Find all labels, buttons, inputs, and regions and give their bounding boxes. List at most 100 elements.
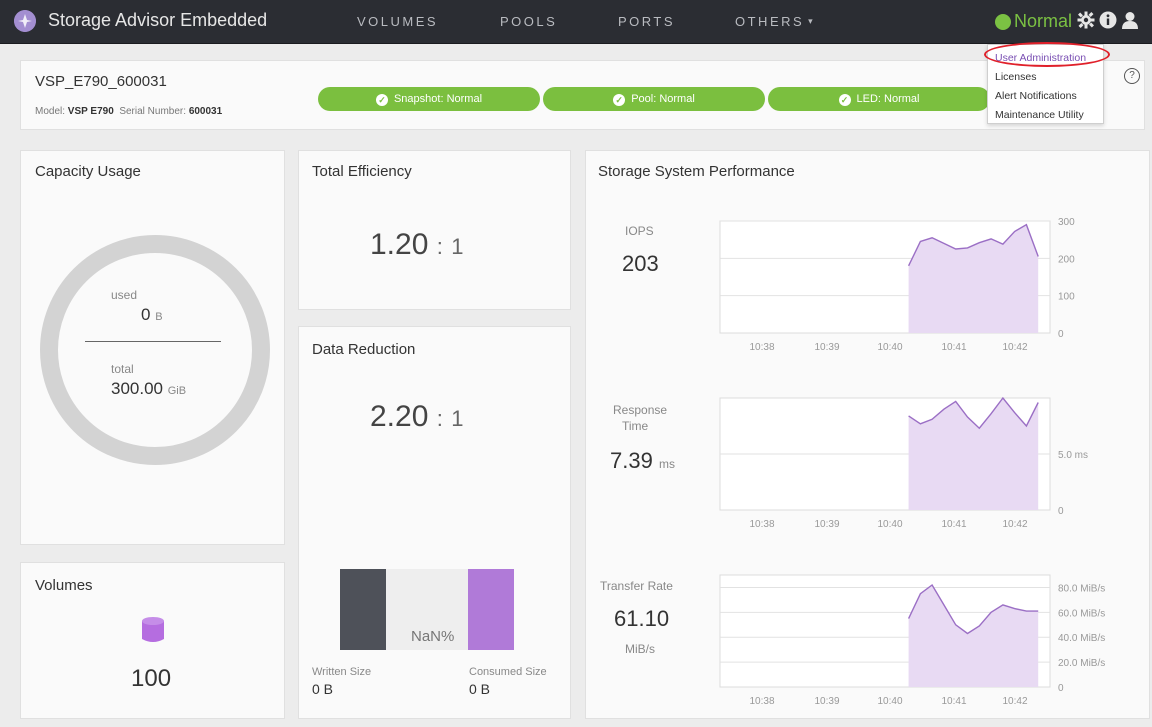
total-efficiency-title: Total Efficiency — [312, 163, 412, 180]
transfer-rate-unit: MiB/s — [625, 642, 655, 656]
response-time-x-tick-label: 10:41 — [941, 519, 966, 530]
data-reduction-denominator: 1 — [451, 406, 464, 431]
transfer-rate-x-tick-label: 10:39 — [814, 696, 839, 707]
response-time-x-tick-label: 10:40 — [877, 519, 902, 530]
capacity-total-value: 300.00 GiB — [111, 379, 186, 399]
model-value: VSP E790 — [67, 106, 114, 117]
help-icon[interactable]: ? — [1124, 68, 1140, 84]
chevron-down-icon: ▾ — [808, 16, 816, 26]
capacity-used-unit: B — [155, 311, 163, 323]
transfer-rate-x-tick-label: 10:41 — [941, 696, 966, 707]
iops-y-tick-label: 200 — [1058, 254, 1075, 265]
info-icon[interactable] — [1099, 11, 1117, 33]
menu-item-alert-notifications[interactable]: Alert Notifications — [988, 87, 1103, 106]
snapshot-status-badge[interactable]: ✓ Snapshot: Normal — [318, 87, 540, 111]
response-time-unit: ms — [658, 457, 675, 471]
transfer-rate-value: 61.10 — [614, 606, 670, 631]
response-time-chart: 5.0 ms 0 10:38 10:39 10:40 10:41 10:42 — [719, 396, 1088, 530]
total-efficiency-separator: : — [436, 234, 443, 259]
transfer-rate-y-tick-label: 20.0 MiB/s — [1058, 658, 1105, 669]
nav-pools[interactable]: POOLS — [500, 14, 557, 29]
response-time-value: 7.39 ms — [610, 448, 675, 474]
check-circle-icon: ✓ — [613, 94, 626, 106]
data-reduction-title: Data Reduction — [312, 341, 416, 358]
nav-ports[interactable]: PORTS — [618, 14, 675, 29]
written-size-bar — [340, 569, 386, 650]
menu-item-licenses[interactable]: Licenses — [988, 68, 1103, 87]
transfer-rate-x-tick-label: 10:42 — [1002, 696, 1027, 707]
system-name: VSP_E790_600031 — [35, 73, 167, 90]
capacity-usage-title: Capacity Usage — [35, 163, 141, 180]
status-indicator-icon — [995, 14, 1011, 30]
top-navigation-bar: Storage Advisor Embedded VOLUMES POOLS P… — [0, 0, 1152, 44]
iops-y-tick-label: 100 — [1058, 292, 1075, 303]
gear-icon[interactable] — [1077, 11, 1095, 33]
capacity-total-number: 300.00 — [111, 379, 163, 398]
capacity-divider — [85, 341, 221, 342]
check-circle-icon: ✓ — [838, 94, 851, 106]
transfer-rate-x-tick-label: 10:40 — [877, 696, 902, 707]
response-time-number: 7.39 — [610, 448, 653, 473]
system-status-label[interactable]: Normal — [1014, 11, 1072, 32]
volumes-count: 100 — [131, 665, 172, 692]
transfer-rate-y-tick-label: 80.0 MiB/s — [1058, 583, 1105, 594]
iops-x-tick-label: 10:40 — [877, 342, 902, 353]
led-status-badge[interactable]: ✓ LED: Normal — [768, 87, 990, 111]
response-time-label-line2: Time — [622, 419, 649, 433]
nav-volumes[interactable]: VOLUMES — [357, 14, 438, 29]
user-icon[interactable] — [1121, 11, 1139, 33]
response-time-y-tick-label: 0 — [1058, 506, 1064, 517]
volumes-title: Volumes — [35, 577, 93, 594]
total-efficiency-denominator: 1 — [451, 234, 464, 259]
response-time-x-tick-label: 10:42 — [1002, 519, 1027, 530]
iops-x-tick-label: 10:38 — [749, 342, 774, 353]
snapshot-status-text: Snapshot: Normal — [393, 93, 483, 105]
data-reduction-value: 2.20 — [370, 400, 429, 433]
response-time-x-tick-label: 10:39 — [814, 519, 839, 530]
iops-x-tick-label: 10:39 — [814, 342, 839, 353]
check-circle-icon: ✓ — [375, 94, 388, 106]
response-time-label-line1: Response — [613, 403, 668, 417]
serial-label: Serial Number: — [119, 106, 187, 117]
reduction-percentage: NaN% — [411, 628, 455, 645]
hitachi-logo-icon[interactable] — [14, 10, 36, 32]
transfer-rate-y-tick-label: 0 — [1058, 683, 1064, 694]
consumed-size-value: 0 B — [469, 681, 491, 697]
data-reduction-separator: : — [436, 406, 443, 431]
menu-item-maintenance-utility[interactable]: Maintenance Utility — [988, 106, 1103, 125]
capacity-total-label: total — [111, 362, 134, 376]
transfer-rate-y-tick-label: 60.0 MiB/s — [1058, 608, 1105, 619]
transfer-rate-y-tick-label: 40.0 MiB/s — [1058, 633, 1105, 644]
pool-status-badge[interactable]: ✓ Pool: Normal — [543, 87, 765, 111]
written-size-value: 0 B — [312, 681, 334, 697]
nav-others[interactable]: OTHERS ▾ — [735, 14, 815, 29]
serial-value: 600031 — [188, 106, 223, 117]
data-reduction-panel — [298, 326, 571, 719]
total-efficiency-ratio: 1.20 : 1 — [370, 228, 463, 262]
database-icon — [142, 617, 164, 642]
iops-x-tick-label: 10:41 — [941, 342, 966, 353]
total-efficiency-value: 1.20 — [370, 228, 429, 261]
app-title[interactable]: Storage Advisor Embedded — [48, 10, 267, 31]
system-model-serial: Model: VSP E790 Serial Number: 600031 — [35, 106, 222, 117]
transfer-rate-label: Transfer Rate — [600, 579, 673, 593]
nav-others-label: OTHERS — [735, 14, 805, 29]
iops-y-tick-label: 0 — [1058, 329, 1064, 340]
led-status-text: LED: Normal — [856, 93, 920, 105]
capacity-donut-ring — [40, 235, 270, 465]
response-time-x-tick-label: 10:38 — [749, 519, 774, 530]
capacity-used-label: used — [111, 288, 138, 302]
response-time-y-tick-label: 5.0 ms — [1058, 450, 1088, 461]
consumed-size-label: Consumed Size — [469, 666, 547, 678]
iops-x-tick-label: 10:42 — [1002, 342, 1027, 353]
written-size-label: Written Size — [312, 666, 372, 678]
capacity-used-number: 0 — [141, 305, 151, 324]
transfer-rate-chart: 80.0 MiB/s 60.0 MiB/s 40.0 MiB/s 20.0 MiB/s… — [719, 574, 1105, 707]
iops-y-tick-label: 300 — [1058, 217, 1075, 228]
capacity-total-unit: GiB — [167, 385, 187, 397]
highlight-annotation — [984, 42, 1110, 67]
pool-status-text: Pool: Normal — [631, 93, 695, 105]
iops-value: 203 — [622, 251, 659, 276]
capacity-donut-chart — [40, 235, 270, 465]
iops-label: IOPS — [625, 224, 654, 238]
